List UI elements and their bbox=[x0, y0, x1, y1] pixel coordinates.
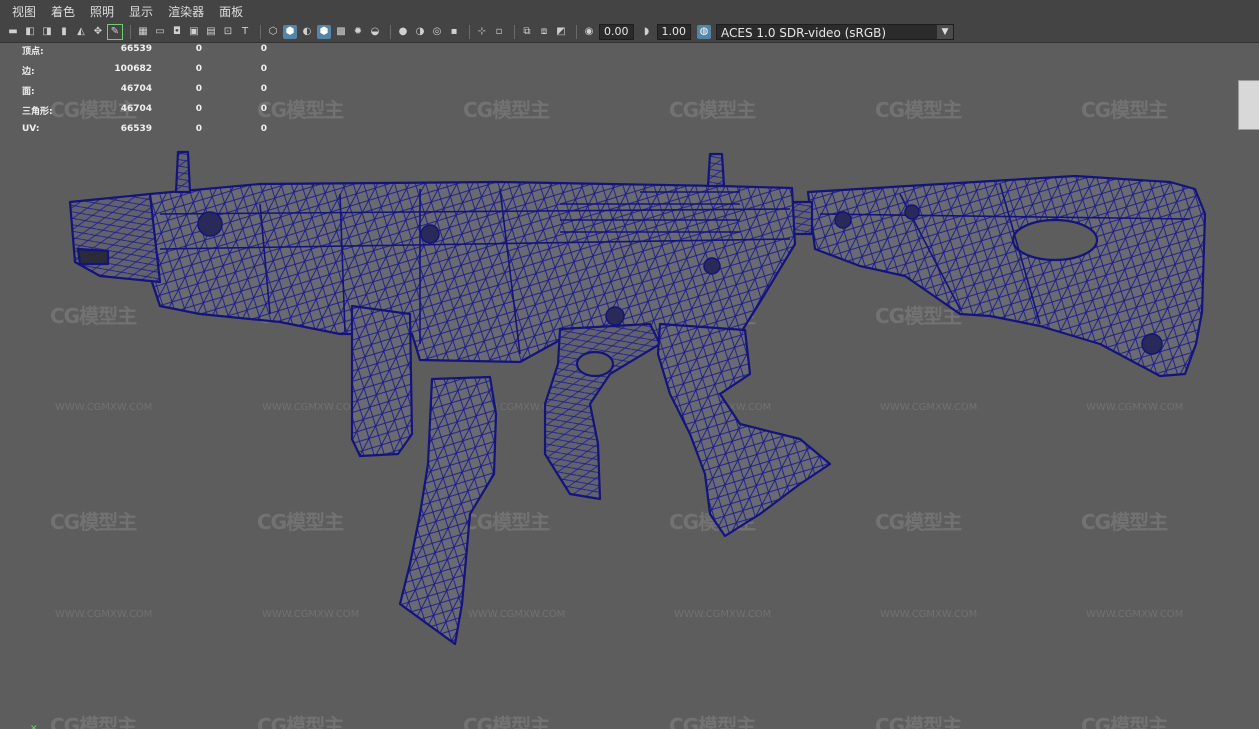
resolution-gate-icon[interactable]: ◘ bbox=[170, 25, 184, 39]
menu-panels[interactable]: 面板 bbox=[219, 3, 243, 20]
xray-active-icon[interactable]: ⧈ bbox=[537, 25, 551, 39]
two-d-pan-icon[interactable]: ✥ bbox=[91, 25, 105, 39]
default-material-icon[interactable]: ◐ bbox=[300, 25, 314, 39]
camera-attr-icon[interactable]: ◧ bbox=[23, 25, 37, 39]
motion-blur-icon[interactable]: ◑ bbox=[413, 25, 427, 39]
toolbar-divider bbox=[576, 25, 577, 39]
wireframe-on-shaded-icon[interactable]: ⬢ bbox=[317, 25, 331, 39]
view-transform-select[interactable]: ACES 1.0 SDR-video (sRGB) ▼ bbox=[716, 24, 954, 40]
grease-pencil-icon[interactable]: ✎ bbox=[107, 24, 123, 40]
depth-of-field-icon[interactable]: ▪ bbox=[447, 25, 461, 39]
exposure-icon[interactable]: ◉ bbox=[582, 25, 596, 39]
field-chart-icon[interactable]: ▤ bbox=[204, 25, 218, 39]
toolbar-divider bbox=[390, 25, 391, 39]
bolt-circle bbox=[904, 204, 920, 220]
lights-icon[interactable]: ✹ bbox=[351, 25, 365, 39]
toolbar-divider bbox=[514, 25, 515, 39]
foregrip-part bbox=[350, 304, 414, 458]
pistol-grip bbox=[656, 322, 832, 538]
bookmark-icon[interactable]: ▮ bbox=[57, 25, 71, 39]
trigger-guard bbox=[543, 322, 662, 501]
bolt-circle bbox=[605, 306, 625, 326]
menu-shading[interactable]: 着色 bbox=[51, 3, 75, 20]
gamma-field[interactable]: 1.00 bbox=[656, 24, 691, 40]
menu-renderer[interactable]: 渲染器 bbox=[168, 3, 204, 20]
rear-sight bbox=[706, 152, 726, 188]
safe-action-icon[interactable]: ⊡ bbox=[221, 25, 235, 39]
image-plane-icon[interactable]: ◭ bbox=[74, 25, 88, 39]
camera-lock-icon[interactable]: ◨ bbox=[40, 25, 54, 39]
xray-joints-icon[interactable]: ⧉ bbox=[520, 25, 534, 39]
toolbar-divider bbox=[469, 25, 470, 39]
gate-mask-icon[interactable]: ▣ bbox=[187, 25, 201, 39]
wireframe-icon[interactable]: ⬡ bbox=[266, 25, 280, 39]
bolt-circle bbox=[703, 257, 721, 275]
menu-lighting[interactable]: 照明 bbox=[90, 3, 114, 20]
film-gate-icon[interactable]: ▭ bbox=[153, 25, 167, 39]
select-camera-icon[interactable]: ▬ bbox=[6, 25, 20, 39]
barrel-part bbox=[68, 192, 162, 284]
viewport-3d[interactable]: CG模型主 CG模型主 CG模型主 CG模型主 CG模型主 CG模型主 CG模型主 CG模型主… bbox=[0, 44, 1259, 729]
exposure-field[interactable]: 0.00 bbox=[599, 24, 634, 40]
backface-icon[interactable]: ◩ bbox=[554, 25, 568, 39]
color-mgmt-icon[interactable]: ◍ bbox=[697, 25, 711, 39]
bolt-circle bbox=[420, 224, 440, 244]
bolt-circle bbox=[197, 211, 223, 237]
xray-icon[interactable]: ▫ bbox=[492, 25, 506, 39]
view-transform-value: ACES 1.0 SDR-video (sRGB) bbox=[721, 26, 887, 40]
textured-icon[interactable]: ▩ bbox=[334, 25, 348, 39]
grid-icon[interactable]: ▦ bbox=[136, 25, 150, 39]
chevron-down-icon[interactable]: ▼ bbox=[937, 25, 953, 39]
safe-title-icon[interactable]: T bbox=[238, 25, 252, 39]
guard-hole bbox=[575, 350, 615, 378]
smg-wireframe-model[interactable] bbox=[0, 44, 1259, 729]
smooth-shade-icon[interactable]: ⬢ bbox=[283, 25, 297, 39]
ambient-occlusion-icon[interactable]: ● bbox=[396, 25, 410, 39]
barrel-tip bbox=[76, 247, 110, 266]
magazine-part bbox=[398, 375, 498, 646]
bolt-circle bbox=[1141, 333, 1163, 355]
isolate-select-icon[interactable]: ⊹ bbox=[475, 25, 489, 39]
gamma-icon[interactable]: ◗ bbox=[640, 25, 654, 39]
bolt-circle bbox=[834, 211, 852, 229]
front-sight bbox=[174, 150, 192, 194]
menu-show[interactable]: 显示 bbox=[129, 3, 153, 20]
toolbar-divider bbox=[260, 25, 261, 39]
panel-toolbar: ▬ ◧ ◨ ▮ ◭ ✥ ✎ ▦ ▭ ◘ ▣ ▤ ⊡ T ⬡ ⬢ ◐ ⬢ ▩ ✹ … bbox=[0, 22, 1259, 43]
menu-bar: 视图 着色 照明 显示 渲染器 面板 bbox=[0, 0, 1259, 22]
toolbar-divider bbox=[130, 25, 131, 39]
axis-gizmo-icon: ✕ bbox=[30, 724, 38, 729]
stock-cutout bbox=[1011, 218, 1099, 262]
side-panel-tab[interactable] bbox=[1238, 80, 1259, 130]
menu-view[interactable]: 视图 bbox=[12, 3, 36, 20]
shadows-icon[interactable]: ◒ bbox=[368, 25, 382, 39]
anti-aliasing-icon[interactable]: ◎ bbox=[430, 25, 444, 39]
